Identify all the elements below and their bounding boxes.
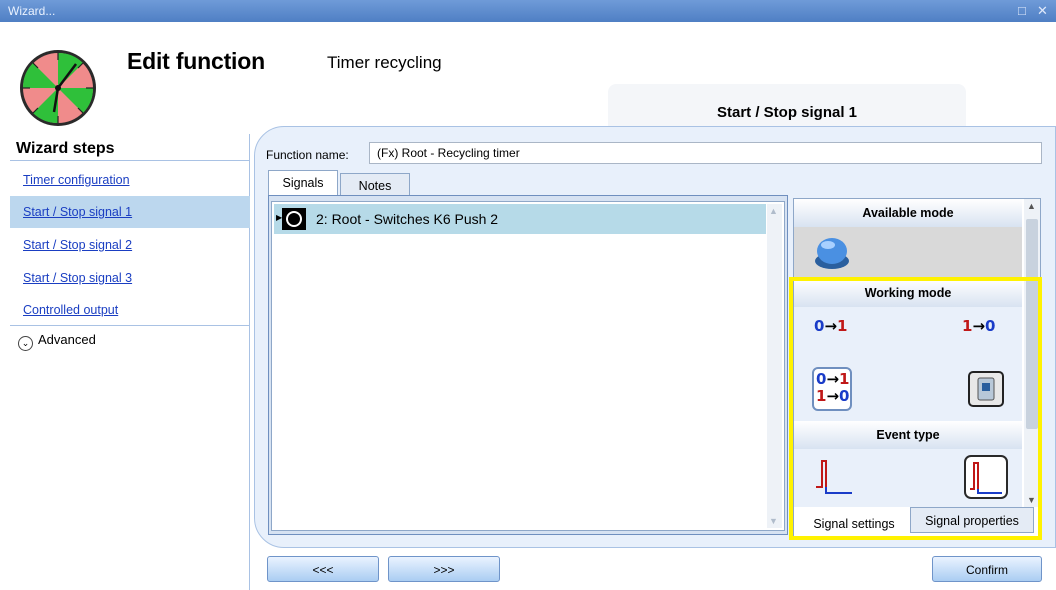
scrollbar-thumb[interactable] <box>1026 219 1038 429</box>
list-scrollbar[interactable]: ▲ ▼ <box>767 204 782 528</box>
switch-mode-icon[interactable] <box>966 369 1006 409</box>
tab-signal-settings[interactable]: Signal settings <box>800 511 908 537</box>
tab-signal-properties[interactable]: Signal properties <box>910 507 1034 533</box>
tab-signals[interactable]: Signals <box>268 170 338 195</box>
mode-panel-scrollbar[interactable]: ▲ ▼ <box>1024 199 1040 507</box>
current-step-tab: Start / Stop signal 1 <box>608 84 966 132</box>
rising-edge-mode-button[interactable]: 0→1 <box>814 317 854 357</box>
page-subtitle: Timer recycling <box>327 53 442 72</box>
mode-panel: Available mode Working mode 0→1 1→0 0→1 … <box>793 198 1041 538</box>
scroll-up-icon[interactable]: ▲ <box>1027 201 1036 211</box>
function-name-label: Function name: <box>266 148 349 162</box>
sidebar-item-start-stop-signal-1[interactable]: Start / Stop signal 1 <box>10 196 250 228</box>
sidebar-item-start-stop-signal-2[interactable]: Start / Stop signal 2 <box>10 229 250 261</box>
close-icon[interactable]: ✕ <box>1037 3 1048 19</box>
both-edges-mode-button[interactable]: 0→1 1→0 <box>812 367 852 411</box>
signal-name: 2: Root - Switches K6 Push 2 <box>316 211 499 227</box>
push-button-signal-icon <box>282 208 306 230</box>
restore-icon[interactable]: □ <box>1018 3 1026 18</box>
working-mode-area: 0→1 1→0 0→1 1→0 <box>794 307 1022 429</box>
scroll-down-icon[interactable]: ▼ <box>769 516 778 526</box>
push-button-mode-icon[interactable] <box>812 233 852 273</box>
timer-recycling-logo-icon <box>20 50 96 126</box>
tab-notes[interactable]: Notes <box>340 173 410 195</box>
event-type-header: Event type <box>794 421 1022 449</box>
wizard-steps-title: Wizard steps <box>16 140 115 157</box>
divider <box>10 325 250 326</box>
function-name-input[interactable]: (Fx) Root - Recycling timer <box>369 142 1042 164</box>
available-mode-header: Available mode <box>794 199 1022 227</box>
chevron-down-icon: ⌄ <box>18 336 33 351</box>
available-mode-area <box>794 227 1022 277</box>
level-event-icon[interactable] <box>964 455 1008 499</box>
signals-list: ▶ 2: Root - Switches K6 Push 2 ▲ ▼ <box>271 201 785 531</box>
title-bar: Wizard... □ ✕ <box>0 0 1056 22</box>
sidebar-item-timer-configuration[interactable]: Timer configuration <box>10 164 250 196</box>
confirm-button[interactable]: Confirm <box>932 556 1042 582</box>
falling-edge-mode-button[interactable]: 1→0 <box>962 317 1002 357</box>
scroll-down-icon[interactable]: ▼ <box>1027 495 1036 505</box>
list-item[interactable]: ▶ 2: Root - Switches K6 Push 2 <box>274 204 766 234</box>
advanced-toggle[interactable]: ⌄ Advanced <box>18 332 96 351</box>
rising-edge-event-icon[interactable] <box>814 457 854 497</box>
sidebar-item-controlled-output[interactable]: Controlled output <box>10 294 250 326</box>
advanced-label: Advanced <box>38 332 96 347</box>
working-mode-header: Working mode <box>794 279 1022 307</box>
scroll-up-icon[interactable]: ▲ <box>769 206 778 216</box>
previous-button[interactable]: <<< <box>267 556 379 582</box>
next-button[interactable]: >>> <box>388 556 500 582</box>
window-title: Wizard... <box>8 4 56 18</box>
event-type-area <box>794 449 1022 507</box>
header: Edit function Timer recycling Start / St… <box>0 22 1056 134</box>
wizard-sidebar: Wizard steps Timer configuration Start /… <box>0 134 250 590</box>
sidebar-item-start-stop-signal-3[interactable]: Start / Stop signal 3 <box>10 262 250 294</box>
divider <box>10 160 250 161</box>
page-title: Edit function <box>127 48 265 74</box>
